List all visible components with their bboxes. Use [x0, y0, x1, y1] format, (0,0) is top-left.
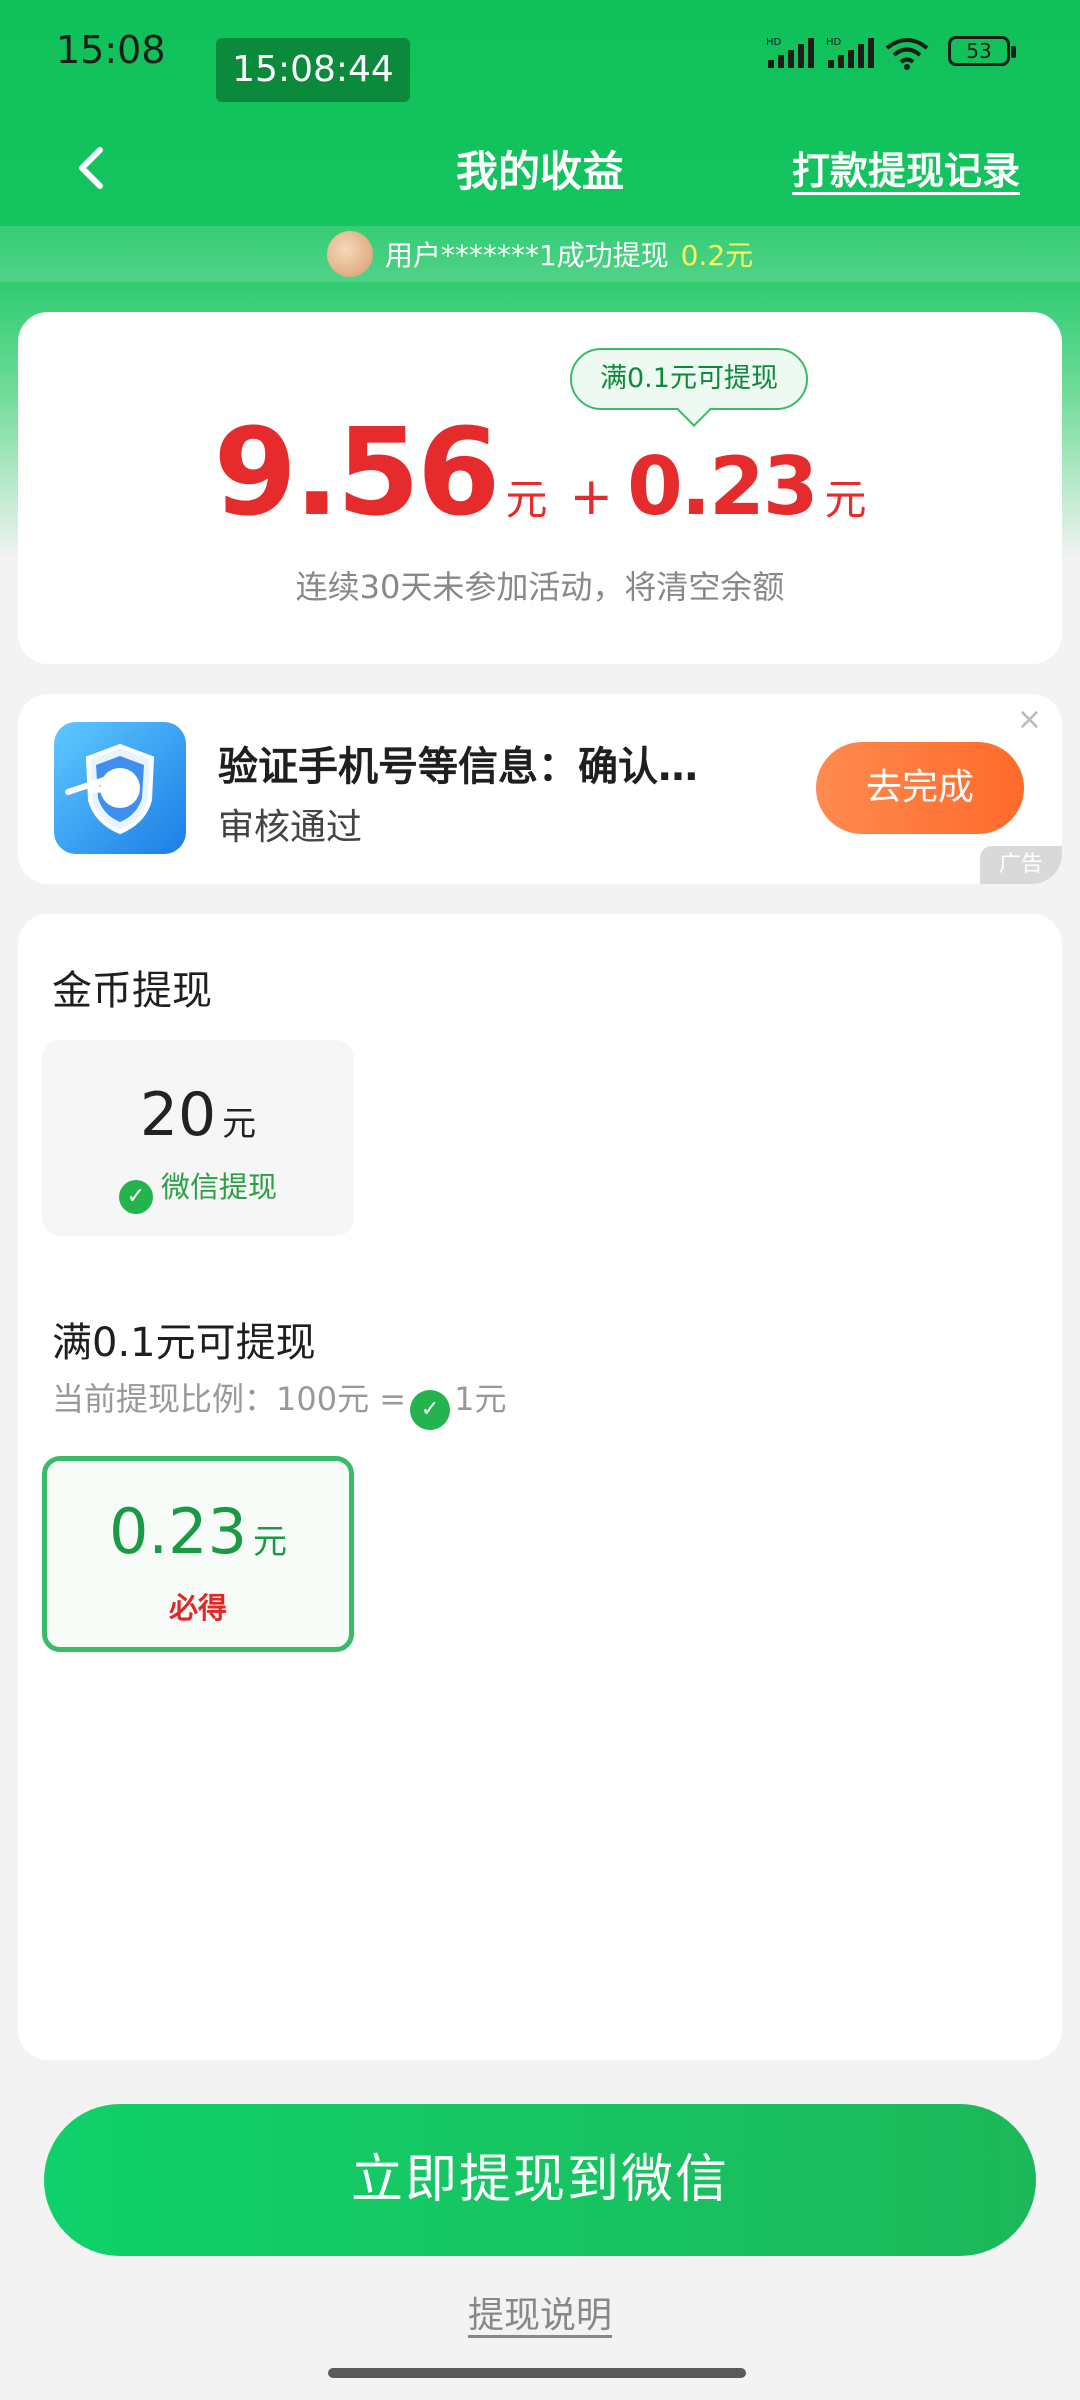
floating-clock: 15:08:44: [216, 38, 410, 102]
selected-withdraw-option[interactable]: 0.23 元 必得: [42, 1456, 354, 1652]
withdraw-notice-bar: 用户*******1成功提现 0.2元: [0, 226, 1080, 282]
withdraw-explanation-link[interactable]: 提现说明: [0, 2286, 1080, 2338]
option-unit: 元: [253, 1522, 288, 1562]
status-time: 15:08: [56, 28, 166, 72]
avatar: [326, 231, 373, 277]
notice-text: 用户*******1成功提现: [384, 239, 669, 272]
ad-card[interactable]: 验证手机号等信息：确认… 审核通过 去完成 × 广告: [18, 694, 1062, 884]
plus-sign: +: [569, 467, 614, 527]
withdraw-card: 金币提现 20 元 ✓ 微信提现 满0.1元可提现 当前提现比例：100元 = ✓ 1元…: [18, 914, 1062, 2060]
extra-balance: 0.23: [627, 440, 818, 533]
page: 15:08 15:08:44 HD HD 53 我的收益 打款提现记录 用户**…: [0, 0, 1080, 2400]
threshold-tooltip: 满0.1元可提现: [570, 348, 808, 410]
notice-amount: 0.2元: [680, 239, 754, 272]
ad-subtitle: 审核通过: [218, 807, 363, 848]
ad-tag: 广告: [980, 846, 1062, 884]
close-icon[interactable]: ×: [1017, 702, 1042, 737]
wechat-icon: ✓: [118, 1180, 153, 1214]
wechat-icon: ✓: [410, 1390, 451, 1430]
wifi-icon: [884, 36, 930, 74]
main-balance-unit: 元: [505, 475, 548, 524]
main-balance: 9.56: [213, 404, 500, 543]
ad-title: 验证手机号等信息：确认…: [218, 744, 698, 790]
option-amount: 0.23 元: [47, 1495, 349, 1568]
coin-withdraw-title: 金币提现: [52, 968, 212, 1014]
guaranteed-label: 必得: [168, 1591, 227, 1625]
ad-complete-button[interactable]: 去完成: [816, 742, 1024, 834]
coin-withdraw-option[interactable]: 20 元 ✓ 微信提现: [42, 1040, 354, 1236]
method-label: 微信提现: [160, 1170, 277, 1204]
wechat-method: ✓ 微信提现: [42, 1164, 354, 1214]
network-label: HD: [826, 37, 842, 48]
status-bar: 15:08 15:08:44 HD HD 53: [0, 0, 1080, 110]
extra-balance-unit: 元: [824, 475, 867, 524]
signal-icon: HD: [766, 36, 816, 74]
network-label: HD: [766, 37, 782, 48]
signal-icon: HD: [826, 36, 876, 74]
withdraw-record-link[interactable]: 打款提现记录: [792, 140, 1020, 195]
ratio-prefix: 当前提现比例：100元 =: [52, 1380, 407, 1418]
battery-icon: 53: [948, 36, 1016, 66]
withdraw-to-wechat-button[interactable]: 立即提现到微信: [44, 2104, 1036, 2256]
shield-app-icon: [54, 722, 186, 854]
balance-card: 满0.1元可提现 9.56 元 +0.23 元 连续30天未参加活动，将清空余额: [18, 312, 1062, 664]
ratio-suffix: 1元: [454, 1380, 507, 1418]
balance-clear-note: 连续30天未参加活动，将清空余额: [295, 568, 785, 606]
balance-amounts: 9.56 元 +0.23 元: [18, 404, 1062, 543]
nav-bar: 我的收益 打款提现记录: [0, 120, 1080, 216]
option-value: 0.23: [108, 1495, 248, 1568]
option-amount: 20 元: [42, 1080, 354, 1150]
threshold-title: 满0.1元可提现: [52, 1320, 316, 1366]
home-indicator[interactable]: [328, 2368, 746, 2378]
withdraw-ratio: 当前提现比例：100元 = ✓ 1元: [52, 1374, 506, 1430]
option-value: 20: [139, 1080, 217, 1150]
option-unit: 元: [222, 1104, 257, 1144]
